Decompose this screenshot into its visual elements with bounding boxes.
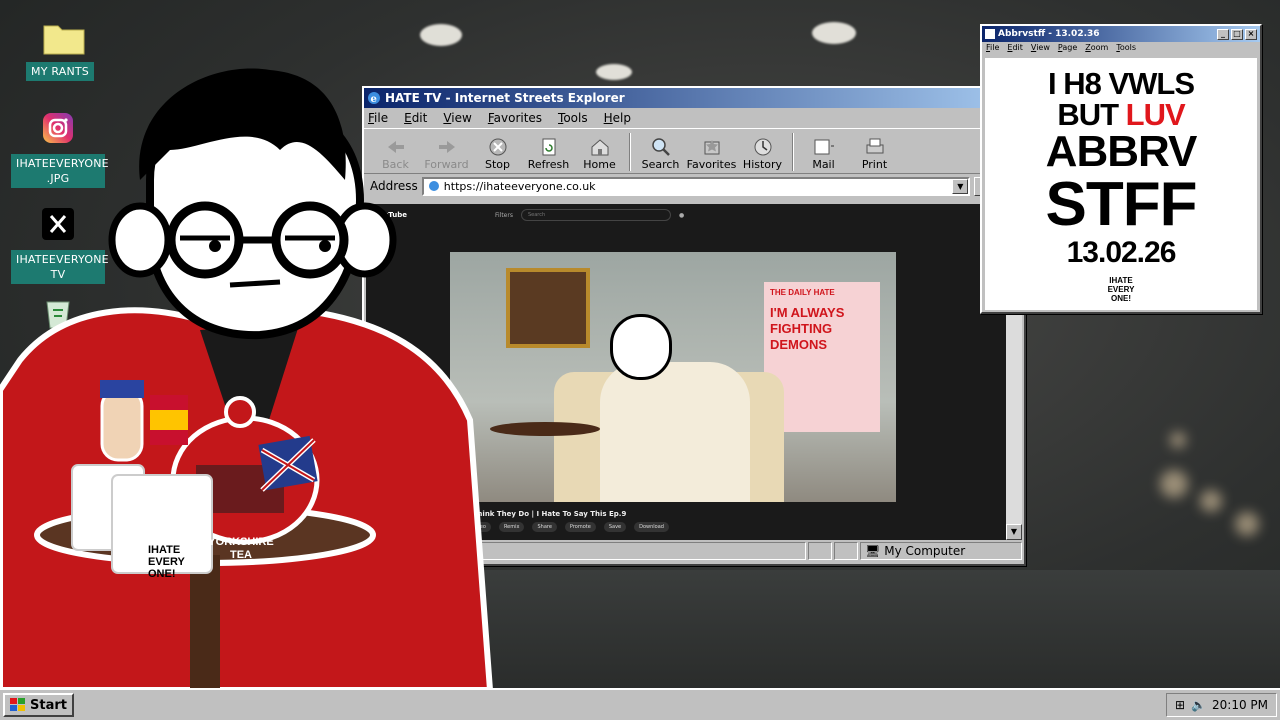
bokeh-light <box>1235 512 1259 536</box>
tea-box-label: YORKSHIRE TEA <box>208 536 274 561</box>
refresh-icon <box>523 136 574 158</box>
history-button[interactable]: History <box>737 136 788 171</box>
menu-page[interactable]: Page <box>1058 43 1077 52</box>
mail-button[interactable]: Mail <box>798 136 849 171</box>
mic-icon[interactable]: ● <box>679 212 684 219</box>
mug-label: IHATE EVERY ONE! <box>148 544 185 580</box>
download-button[interactable]: Download <box>634 522 669 532</box>
home-button[interactable]: Home <box>574 136 625 171</box>
maximize-button[interactable]: □ <box>1231 28 1243 40</box>
ihateeveryone-logo: IHATE EVERY ONE! <box>1107 276 1135 303</box>
uncle-sam-figurine <box>100 388 144 462</box>
youtube-search-input[interactable]: Search <box>520 209 671 221</box>
abbr-poster: I H8 VWLS BUT LUV ABBRV STFF 13.02.26 IH… <box>985 58 1257 310</box>
poster-text: I'M ALWAYS FIGHTING DEMONS <box>770 305 845 352</box>
favorites-button[interactable]: Favorites <box>686 136 737 171</box>
refresh-button[interactable]: Refresh <box>523 136 574 171</box>
zone-indicator: 🖥 My Computer <box>860 542 1022 560</box>
folder-icon <box>42 20 85 56</box>
mail-icon <box>798 136 849 158</box>
menu-help[interactable]: Help <box>604 111 631 125</box>
address-dropdown-icon[interactable]: ▼ <box>952 178 969 194</box>
ceiling-light <box>420 24 462 46</box>
menu-edit[interactable]: Edit <box>1007 43 1023 52</box>
search-button[interactable]: Search <box>635 136 686 171</box>
favorites-icon <box>686 136 737 158</box>
robed-figure <box>600 362 750 502</box>
ceiling-light <box>812 22 856 44</box>
menu-tools[interactable]: Tools <box>558 111 588 125</box>
bokeh-light <box>1170 432 1186 448</box>
menu-view[interactable]: View <box>1031 43 1050 52</box>
menu-tools[interactable]: Tools <box>1116 43 1136 52</box>
poster-line-1: I H8 VWLS <box>1047 66 1195 101</box>
close-button[interactable]: × <box>1245 28 1257 40</box>
ceiling-light <box>596 64 632 80</box>
abbr-menubar: File Edit View Page Zoom Tools <box>982 42 1260 53</box>
character-illustration: IHATE EVERY ONE! YORKSHIRE TEA <box>0 60 520 693</box>
share-button[interactable]: Share <box>532 522 557 532</box>
abbrvstff-window[interactable]: Abbrvstff - 13.02.36 _ □ × File Edit Vie… <box>980 24 1262 314</box>
bokeh-light <box>1200 490 1222 512</box>
menu-file[interactable]: File <box>986 43 999 52</box>
figure-head <box>610 314 672 380</box>
printer-icon <box>849 136 900 158</box>
save-button[interactable]: Save <box>603 522 627 532</box>
start-button[interactable]: Start <box>3 693 74 717</box>
taskbar: Start ⊞ 🔈 20:10 PM <box>0 688 1280 720</box>
scroll-down-arrow[interactable]: ▼ <box>1006 524 1022 540</box>
clock: 20:10 PM <box>1212 698 1268 712</box>
menu-zoom[interactable]: Zoom <box>1085 43 1108 52</box>
system-tray: ⊞ 🔈 20:10 PM <box>1165 693 1277 717</box>
poster-line-3: ABBRV <box>1045 127 1198 176</box>
poster-line-4: STFF <box>1045 170 1198 239</box>
window-title: Abbrvstff - 13.02.36 <box>998 29 1100 39</box>
search-icon <box>635 136 686 158</box>
poster-title: THE DAILY HATE <box>770 288 835 297</box>
minimize-button[interactable]: _ <box>1217 28 1229 40</box>
volume-icon[interactable]: 🔈 <box>1191 698 1206 712</box>
print-button[interactable]: Print <box>849 136 900 171</box>
history-icon <box>737 136 788 158</box>
abbr-titlebar[interactable]: Abbrvstff - 13.02.36 _ □ × <box>982 26 1260 42</box>
windows-logo-icon <box>10 698 26 712</box>
app-icon <box>985 29 995 39</box>
bokeh-light <box>1160 470 1188 498</box>
home-icon <box>574 136 625 158</box>
promote-button[interactable]: Promote <box>564 522 596 532</box>
office-floor <box>470 570 1280 690</box>
network-icon[interactable]: ⊞ <box>1175 698 1185 712</box>
poster-date: 13.02.26 <box>1066 236 1177 269</box>
poster-line-2: BUT LUV <box>1057 97 1185 132</box>
computer-icon: 🖥 <box>865 544 881 558</box>
